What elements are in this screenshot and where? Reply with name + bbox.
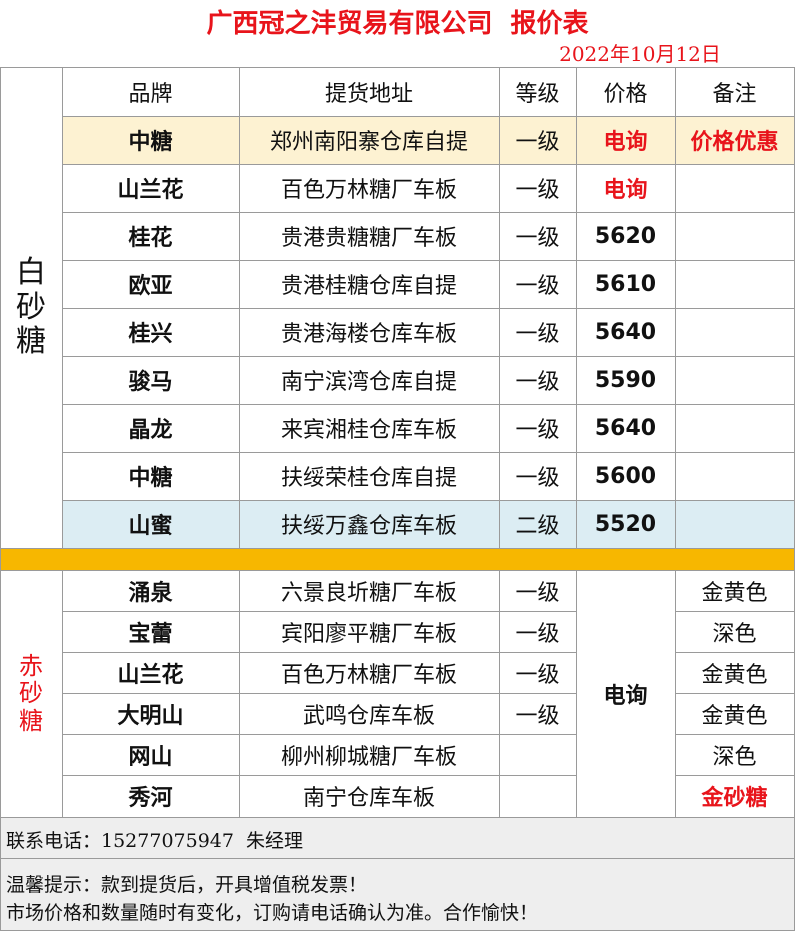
white-row-grade: 一级 bbox=[515, 418, 560, 443]
red-row-note: 深色 bbox=[712, 621, 757, 647]
white-row-note bbox=[675, 404, 794, 452]
grid-line bbox=[0, 548, 795, 549]
white-row-address: 扶绥荣桂仓库自提 bbox=[280, 466, 457, 491]
white-sugar-label: 白 砂 糖 bbox=[16, 255, 46, 360]
white-row-address: 贵港贵糖糖厂车板 bbox=[280, 226, 457, 251]
red-row-grade: 一级 bbox=[515, 703, 560, 729]
red-row-grade: 一级 bbox=[515, 621, 560, 647]
red-row-grade bbox=[499, 775, 576, 817]
red-sugar-label: 赤 砂 糖 bbox=[19, 651, 43, 735]
header-address: 提货地址 bbox=[324, 82, 413, 107]
header-brand: 品牌 bbox=[128, 82, 173, 107]
white-row-address: 郑州南阳寨仓库自提 bbox=[269, 130, 468, 155]
red-row-grade: 一级 bbox=[515, 580, 560, 606]
white-row-brand: 欧亚 bbox=[128, 273, 173, 299]
white-row-note: 价格优惠 bbox=[690, 129, 779, 155]
white-row-grade: 一级 bbox=[515, 274, 560, 299]
red-row-address: 六景良圻糖厂车板 bbox=[280, 580, 457, 606]
white-row-grade: 一级 bbox=[515, 370, 560, 395]
header-note: 备注 bbox=[712, 82, 757, 107]
white-row-address: 贵港桂糖仓库自提 bbox=[280, 274, 457, 299]
white-row-price: 5620 bbox=[594, 223, 657, 249]
white-row-grade: 一级 bbox=[515, 466, 560, 491]
white-row-price: 5640 bbox=[594, 415, 657, 441]
white-row-price: 电询 bbox=[603, 177, 648, 203]
red-row-note: 金砂糖 bbox=[701, 785, 768, 811]
white-row-address: 百色万林糖厂车板 bbox=[280, 178, 457, 203]
red-row-note: 金黄色 bbox=[701, 703, 768, 729]
red-row-address: 百色万林糖厂车板 bbox=[280, 662, 457, 688]
white-row-brand: 山蜜 bbox=[128, 513, 173, 539]
red-row-address: 柳州柳城糖厂车板 bbox=[280, 744, 457, 770]
notice-line-1: 温馨提示：款到提货后，开具增值税发票！ bbox=[6, 873, 368, 896]
white-row-price: 5590 bbox=[594, 367, 657, 393]
red-row-brand: 秀河 bbox=[128, 785, 173, 811]
white-row-price: 电询 bbox=[603, 129, 648, 155]
red-row-brand: 山兰花 bbox=[117, 661, 184, 688]
white-row-address: 南宁滨湾仓库自提 bbox=[280, 370, 457, 395]
white-row-address: 来宾湘桂仓库车板 bbox=[280, 418, 457, 443]
contact-line: 联系电话：15277075947 朱经理 bbox=[6, 829, 304, 852]
red-row-address: 武鸣仓库车板 bbox=[302, 703, 435, 729]
quote-date: 2022年10月12日 bbox=[559, 41, 721, 66]
white-row-address: 贵港海楼仓库车板 bbox=[280, 322, 457, 347]
white-row-grade: 一级 bbox=[515, 226, 560, 251]
red-row-brand: 网山 bbox=[128, 743, 173, 770]
red-row-address: 宾阳廖平糖厂车板 bbox=[280, 621, 457, 647]
red-row-note: 金黄色 bbox=[701, 580, 768, 606]
red-sugar-price: 电询 bbox=[603, 683, 648, 709]
header-price: 价格 bbox=[603, 82, 648, 107]
white-row-note bbox=[675, 164, 794, 212]
white-row-price: 5640 bbox=[594, 319, 657, 345]
red-row-grade bbox=[499, 734, 576, 775]
red-row-brand: 大明山 bbox=[117, 702, 184, 729]
white-row-brand: 骏马 bbox=[128, 369, 173, 395]
white-row-note bbox=[675, 500, 794, 548]
red-row-grade: 一级 bbox=[515, 662, 560, 688]
grid-line bbox=[0, 858, 795, 859]
white-row-brand: 中糖 bbox=[128, 465, 173, 491]
white-row-brand: 山兰花 bbox=[117, 177, 184, 203]
white-row-grade: 一级 bbox=[515, 178, 560, 203]
white-row-brand: 桂花 bbox=[128, 225, 173, 251]
white-row-note bbox=[675, 212, 794, 260]
white-row-note bbox=[675, 356, 794, 404]
white-row-brand: 晶龙 bbox=[128, 417, 173, 443]
white-row-brand: 桂兴 bbox=[128, 321, 173, 347]
red-row-brand: 涌泉 bbox=[128, 579, 173, 606]
red-row-note: 深色 bbox=[712, 744, 757, 770]
white-row-price: 5520 bbox=[594, 511, 657, 537]
red-row-brand: 宝蕾 bbox=[128, 620, 173, 647]
white-row-brand: 中糖 bbox=[128, 129, 173, 155]
notice-line-2: 市场价格和数量随时有变化，订购请电话确认为准。合作愉快！ bbox=[6, 901, 539, 924]
red-row-note: 金黄色 bbox=[701, 662, 768, 688]
page-title: 广西冠之沣贸易有限公司 报价表 bbox=[206, 8, 589, 39]
white-row-grade: 一级 bbox=[515, 322, 560, 347]
white-row-note bbox=[675, 452, 794, 500]
white-row-price: 5610 bbox=[594, 271, 657, 297]
white-row-note bbox=[675, 260, 794, 308]
white-row-grade: 一级 bbox=[515, 130, 560, 155]
white-row-grade: 二级 bbox=[515, 514, 560, 539]
white-row-note bbox=[675, 308, 794, 356]
section-separator bbox=[0, 548, 795, 570]
white-row-address: 扶绥万鑫仓库车板 bbox=[280, 514, 457, 539]
red-row-address: 南宁仓库车板 bbox=[302, 786, 435, 811]
white-row-price: 5600 bbox=[594, 463, 657, 489]
header-grade: 等级 bbox=[515, 82, 560, 107]
